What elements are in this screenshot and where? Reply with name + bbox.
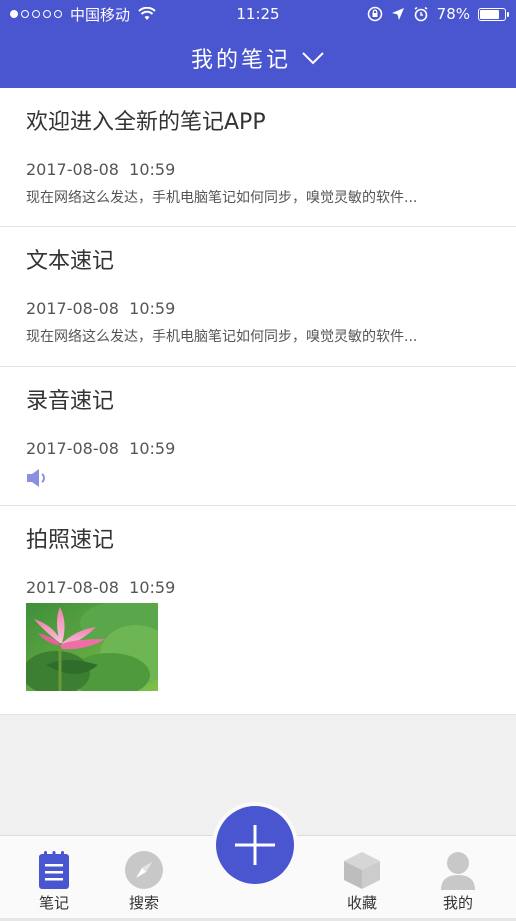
- note-time: 2017-08-08 10:59: [26, 299, 176, 318]
- compass-icon: [125, 851, 163, 889]
- top-bar: 中国移动 11:25 78% 我的笔记: [0, 0, 516, 88]
- page-title: 我的笔记: [190, 48, 291, 73]
- note-item[interactable]: 录音速记 2017-08-08 10:59: [0, 367, 516, 506]
- battery-icon: [478, 7, 509, 21]
- note-time: 2017-08-08 10:59: [26, 578, 176, 597]
- note-excerpt: 现在网络这么发达，手机电脑笔记如何同步，嗅觉灵敏的软件...: [26, 329, 418, 345]
- note-title: 拍照速记: [26, 528, 115, 553]
- box-icon: [344, 852, 380, 889]
- tab-label: 搜索: [128, 894, 159, 912]
- add-note-button[interactable]: [216, 806, 294, 884]
- note-item[interactable]: 文本速记 2017-08-08 10:59 现在网络这么发达，手机电脑笔记如何同…: [0, 227, 516, 367]
- note-time: 2017-08-08 10:59: [26, 160, 176, 179]
- lotus-photo[interactable]: [26, 603, 158, 691]
- notes-list: 欢迎进入全新的笔记APP 2017-08-08 10:59 现在网络这么发达，手…: [0, 88, 516, 715]
- tab-notes[interactable]: 笔记: [14, 836, 94, 921]
- notes-dropdown[interactable]: 我的笔记: [0, 28, 516, 88]
- notebook-icon: [39, 851, 69, 889]
- note-title: 录音速记: [26, 389, 115, 414]
- status-bar: 中国移动 11:25 78%: [0, 0, 516, 28]
- plus-icon: [235, 825, 275, 865]
- note-title: 欢迎进入全新的笔记APP: [26, 110, 266, 135]
- note-title: 文本速记: [26, 249, 115, 274]
- note-item[interactable]: 欢迎进入全新的笔记APP 2017-08-08 10:59 现在网络这么发达，手…: [0, 88, 516, 227]
- note-item[interactable]: 拍照速记 2017-08-08 10:59: [0, 506, 516, 715]
- tab-label: 我的: [442, 894, 473, 912]
- tab-favorites[interactable]: 收藏: [322, 836, 402, 921]
- note-excerpt: 现在网络这么发达，手机电脑笔记如何同步，嗅觉灵敏的软件...: [26, 190, 418, 206]
- note-time: 2017-08-08 10:59: [26, 439, 176, 458]
- tab-label: 笔记: [38, 894, 69, 912]
- user-icon: [441, 852, 475, 890]
- tab-search[interactable]: 搜索: [104, 836, 184, 921]
- speaker-icon[interactable]: [26, 467, 50, 489]
- tab-label: 收藏: [346, 894, 377, 912]
- status-time: 11:25: [236, 5, 280, 23]
- chevron-down-icon: [301, 51, 325, 65]
- tab-me[interactable]: 我的: [418, 836, 498, 921]
